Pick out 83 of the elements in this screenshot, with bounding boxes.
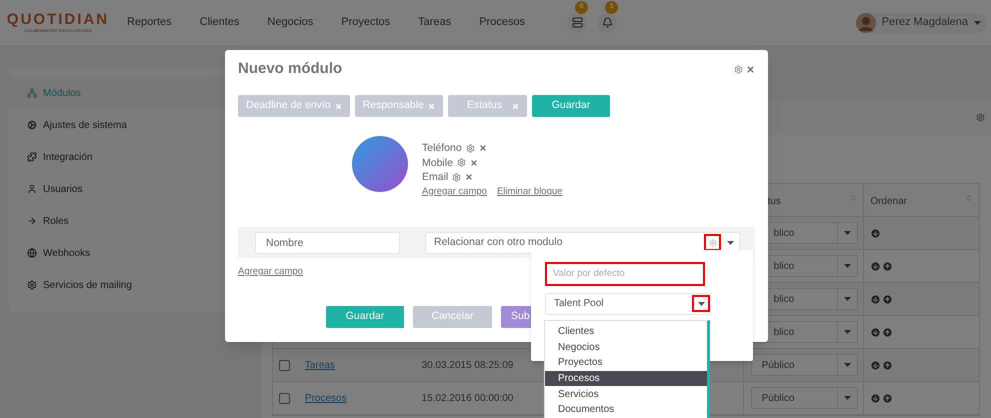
gear-icon xyxy=(708,238,716,246)
move-down-icon[interactable] xyxy=(870,360,882,370)
move-down-icon[interactable] xyxy=(870,294,882,304)
user-menu[interactable]: Perez Magdalena xyxy=(856,12,987,32)
bell-icon xyxy=(602,17,613,28)
relation-field[interactable]: Relacionar con otro modulo xyxy=(425,232,740,254)
default-value-field[interactable]: Valor por defecto xyxy=(545,262,705,286)
caret-icon xyxy=(844,297,851,301)
dropdown-toggle[interactable] xyxy=(692,295,710,312)
sidebar-icon xyxy=(27,88,37,98)
move-down-icon[interactable] xyxy=(870,228,882,238)
logo[interactable]: QUOTIDIAN xyxy=(6,12,110,26)
sidebar-icon xyxy=(27,248,37,258)
sidebar-icon xyxy=(27,280,37,290)
dropdown-option[interactable]: Procesos xyxy=(545,370,707,386)
sidebar-icon xyxy=(27,152,37,162)
status-select[interactable]: Público xyxy=(750,387,858,409)
caret-icon xyxy=(726,240,734,244)
move-down-icon[interactable] xyxy=(870,326,882,338)
nav-link[interactable]: Procesos xyxy=(479,14,526,31)
row-checkbox[interactable] xyxy=(279,360,290,370)
field-label: Mobile xyxy=(422,156,453,170)
image-placeholder xyxy=(352,136,408,192)
nav-link[interactable]: Proyectos xyxy=(341,14,390,31)
field-label: Email xyxy=(422,170,448,184)
move-up-icon[interactable] xyxy=(882,294,894,304)
settings-icon[interactable] xyxy=(456,158,466,168)
remove-icon[interactable] xyxy=(465,173,474,182)
name-field[interactable]: Nombre xyxy=(255,232,400,254)
block-link[interactable]: Agregar campo xyxy=(422,184,487,199)
notifications-button[interactable] xyxy=(597,12,618,32)
move-up-icon[interactable] xyxy=(882,326,894,338)
status-select[interactable]: Público xyxy=(750,354,858,376)
settings-icon[interactable] xyxy=(466,144,475,153)
dropdown-option[interactable]: Documentos xyxy=(545,402,707,418)
module-link[interactable]: Tareas xyxy=(304,360,335,370)
save-button[interactable]: Guardar xyxy=(532,95,610,117)
caret-icon xyxy=(844,264,851,268)
list-icon xyxy=(572,17,583,28)
move-down-icon[interactable] xyxy=(870,260,882,272)
move-up-icon[interactable] xyxy=(882,260,894,272)
caret-icon xyxy=(844,396,851,400)
dialog-button[interactable]: Guardar xyxy=(326,306,404,328)
field-label: Teléfono xyxy=(422,141,462,156)
move-up-icon[interactable] xyxy=(882,392,894,404)
caret-icon xyxy=(698,302,704,306)
remove-icon[interactable] xyxy=(478,144,487,152)
block-link[interactable]: Eliminar bloque xyxy=(496,184,562,199)
settings-icon[interactable] xyxy=(976,113,985,122)
module-link[interactable]: Procesos xyxy=(304,392,347,404)
move-up-icon[interactable] xyxy=(882,360,894,370)
move-down-icon[interactable] xyxy=(870,392,882,404)
nav-link[interactable]: Tareas xyxy=(418,14,452,31)
table-cell: 30.03.2015 08:25:09 xyxy=(422,360,514,370)
tasks-button[interactable] xyxy=(567,12,588,32)
settings-icon[interactable] xyxy=(734,64,743,74)
module-select[interactable]: Talent Pool xyxy=(545,292,711,314)
sidebar-icon xyxy=(27,184,37,194)
dropdown-option[interactable]: Negocios xyxy=(545,340,707,356)
close-icon[interactable] xyxy=(746,64,755,74)
caret-icon xyxy=(844,363,851,367)
dialog-button[interactable]: Sub xyxy=(501,306,531,328)
modal-title: Nuevo módulo xyxy=(238,58,342,79)
nav-link[interactable]: Reportes xyxy=(127,14,172,31)
add-field-link[interactable]: Agregar campo xyxy=(238,265,303,280)
column-header[interactable]: Ordenar xyxy=(863,184,979,216)
dropdown-option[interactable]: Proyectos xyxy=(545,355,707,371)
sidebar-item[interactable]: Integración xyxy=(9,141,262,173)
nav-link[interactable]: Clientes xyxy=(200,14,240,31)
remove-icon[interactable] xyxy=(470,158,478,167)
sidebar-icon xyxy=(27,216,37,226)
sidebar-item[interactable]: Usuarios xyxy=(9,173,262,205)
nav-link[interactable]: Negocios xyxy=(267,14,314,31)
table-cell: 15.02.2016 00:00:00 xyxy=(422,392,514,404)
row-checkbox[interactable] xyxy=(279,392,290,404)
caret-icon xyxy=(974,20,981,24)
avatar xyxy=(856,12,876,32)
settings-icon[interactable] xyxy=(452,172,462,182)
sidebar-icon xyxy=(27,120,37,130)
caret-icon xyxy=(844,231,851,235)
dropdown-option[interactable]: Clientes xyxy=(545,324,707,340)
dropdown-option[interactable]: Servicios xyxy=(545,386,707,402)
caret-icon xyxy=(844,330,851,334)
